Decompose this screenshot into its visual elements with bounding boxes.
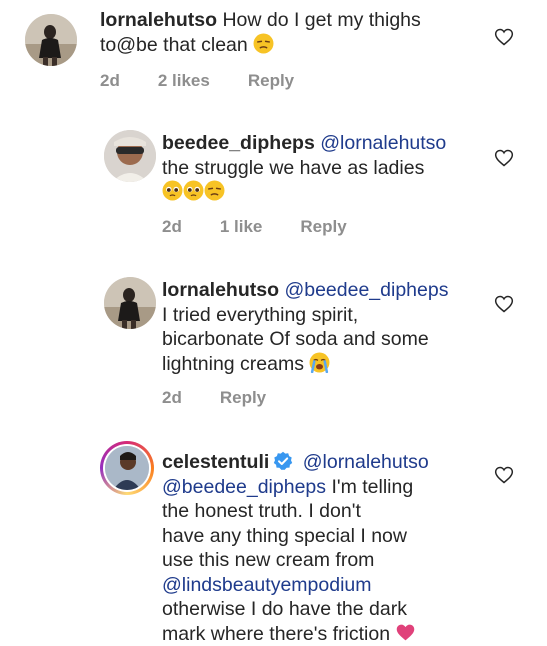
mention-link[interactable]: @beedee_dipheps [162,476,326,498]
mention-link[interactable]: @lindsbeautyempodium [162,574,372,596]
comment-body: beedee_dipheps @lornalehutso the struggl… [162,131,446,205]
comment-text: have any thing special I now [162,524,407,547]
comment-meta: 2d 2 likes Reply [100,71,332,91]
timestamp: 2d [162,217,182,236]
comment-text: I'm telling [331,475,414,498]
comment-text: mark where there's friction [162,622,391,645]
comment-body: celestentuli @lornalehutso @beedee_diphe… [162,450,429,646]
comment-text: use this new cream from [162,549,375,571]
likes-count[interactable]: 1 like [220,217,263,236]
comment-text: I tried everything spirit, [162,303,359,326]
heart-icon[interactable] [494,294,514,314]
mention-link[interactable]: @beedee_dipheps [284,279,448,301]
comment-text: the struggle we have as ladies [162,156,425,179]
timestamp: 2d [162,388,182,407]
pleading-face-icon [162,180,183,201]
avatar[interactable] [104,130,156,182]
avatar-frame [103,444,151,492]
comment-text: bicarbonate Of soda and some [162,328,429,350]
comment-text: otherwise I do have the dark [162,598,407,620]
avatar[interactable] [25,14,77,66]
comment-text: How do I get my thighs [222,9,421,31]
comment-text: to@be that clean [100,33,248,56]
heart-emoji-icon [397,624,415,640]
comment-text: lightning creams [162,352,304,375]
unamused-face-icon [204,180,225,201]
avatar [105,446,149,490]
heart-icon[interactable] [494,27,514,47]
reply-button[interactable]: Reply [248,71,294,90]
comment-text: the honest truth. I don't [162,500,361,522]
avatar[interactable] [104,277,156,329]
pleading-face-icon [183,180,204,201]
username[interactable]: celestentuli [162,451,269,473]
username[interactable]: lornalehutso [162,279,279,301]
likes-count[interactable]: 2 likes [158,71,210,90]
unamused-face-icon [253,33,274,53]
verified-badge-icon [274,451,293,470]
heart-icon[interactable] [494,465,514,485]
story-avatar[interactable] [100,441,154,495]
mention-link[interactable]: @lornalehutso [303,451,429,473]
mention-link[interactable]: @lornalehutso [320,132,446,154]
comment-body: lornalehutso How do I get my thighs to@b… [100,8,421,57]
comment-body: lornalehutso @beedee_dipheps I tried eve… [162,278,448,376]
heart-icon[interactable] [494,148,514,168]
comment-meta: 2d Reply [162,388,304,408]
username[interactable]: beedee_dipheps [162,132,315,154]
loudly-crying-face-icon [309,352,330,373]
reply-button[interactable]: Reply [300,217,346,236]
reply-button[interactable]: Reply [220,388,266,407]
username[interactable]: lornalehutso [100,9,217,31]
comment-meta: 2d 1 like Reply [162,217,385,237]
timestamp: 2d [100,71,120,90]
